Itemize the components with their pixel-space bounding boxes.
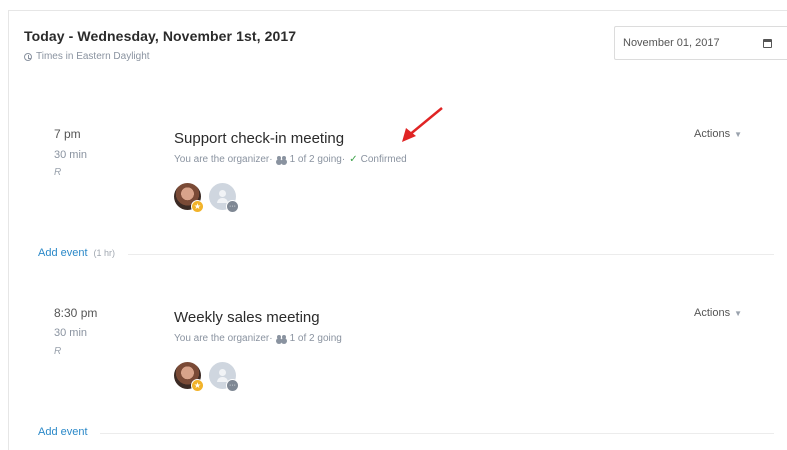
add-event-row: Add event: [38, 426, 88, 438]
attendee-avatars: ★ ···: [174, 183, 239, 213]
attendee-avatars: ★ ···: [174, 362, 239, 392]
more-icon: ···: [226, 200, 239, 213]
event-time: 7 pm: [54, 127, 81, 141]
add-event-link[interactable]: Add event: [38, 247, 88, 259]
people-icon: [276, 155, 287, 164]
recurrence-indicator: R: [54, 346, 62, 357]
people-icon: [276, 334, 287, 343]
timezone-label: Times in Eastern Daylight: [36, 51, 150, 62]
divider: [100, 433, 774, 434]
calendar-panel: [8, 10, 787, 450]
star-badge-icon: ★: [191, 200, 204, 213]
actions-label: Actions: [694, 307, 731, 319]
divider: [128, 254, 774, 255]
attendance-count: 1 of 2 going·: [289, 154, 346, 165]
more-icon: ···: [226, 379, 239, 392]
date-picker[interactable]: November 01, 2017: [614, 26, 787, 60]
event-title[interactable]: Weekly sales meeting: [174, 309, 320, 326]
star-badge-icon: ★: [191, 379, 204, 392]
organizer-note: You are the organizer·: [174, 154, 273, 165]
avatar[interactable]: ★: [174, 362, 204, 392]
chevron-down-icon: ▼: [734, 129, 742, 139]
event-meta: You are the organizer· 1 of 2 going· ✓ C…: [174, 154, 407, 165]
annotation-arrow: [402, 107, 443, 142]
attendance-count: 1 of 2 going: [289, 333, 342, 344]
actions-label: Actions: [694, 128, 731, 140]
actions-dropdown[interactable]: Actions ▼: [694, 128, 742, 140]
event-duration: 30 min: [54, 149, 88, 161]
recurrence-indicator: R: [54, 167, 62, 178]
organizer-note: You are the organizer·: [174, 333, 273, 344]
avatar[interactable]: ···: [209, 362, 239, 392]
event-meta: You are the organizer· 1 of 2 going: [174, 333, 342, 344]
event-duration: 30 min: [54, 327, 88, 339]
status-label: Confirmed: [360, 154, 407, 165]
avatar[interactable]: ★: [174, 183, 204, 213]
event-title[interactable]: Support check-in meeting: [174, 130, 344, 147]
page-title: Today - Wednesday, November 1st, 2017: [24, 28, 297, 44]
calendar-icon[interactable]: [763, 39, 772, 48]
check-icon: ✓: [349, 154, 358, 165]
add-event-row: Add event (1 hr): [38, 247, 115, 259]
chevron-down-icon: ▼: [734, 308, 742, 318]
timezone-note: Times in Eastern Daylight: [24, 51, 150, 62]
actions-dropdown[interactable]: Actions ▼: [694, 307, 742, 319]
add-event-link[interactable]: Add event: [38, 426, 88, 438]
avatar[interactable]: ···: [209, 183, 239, 213]
date-picker-value: November 01, 2017: [623, 37, 720, 49]
event-time: 8:30 pm: [54, 306, 98, 320]
clock-icon: [24, 52, 32, 61]
add-event-duration-hint: (1 hr): [93, 248, 116, 258]
